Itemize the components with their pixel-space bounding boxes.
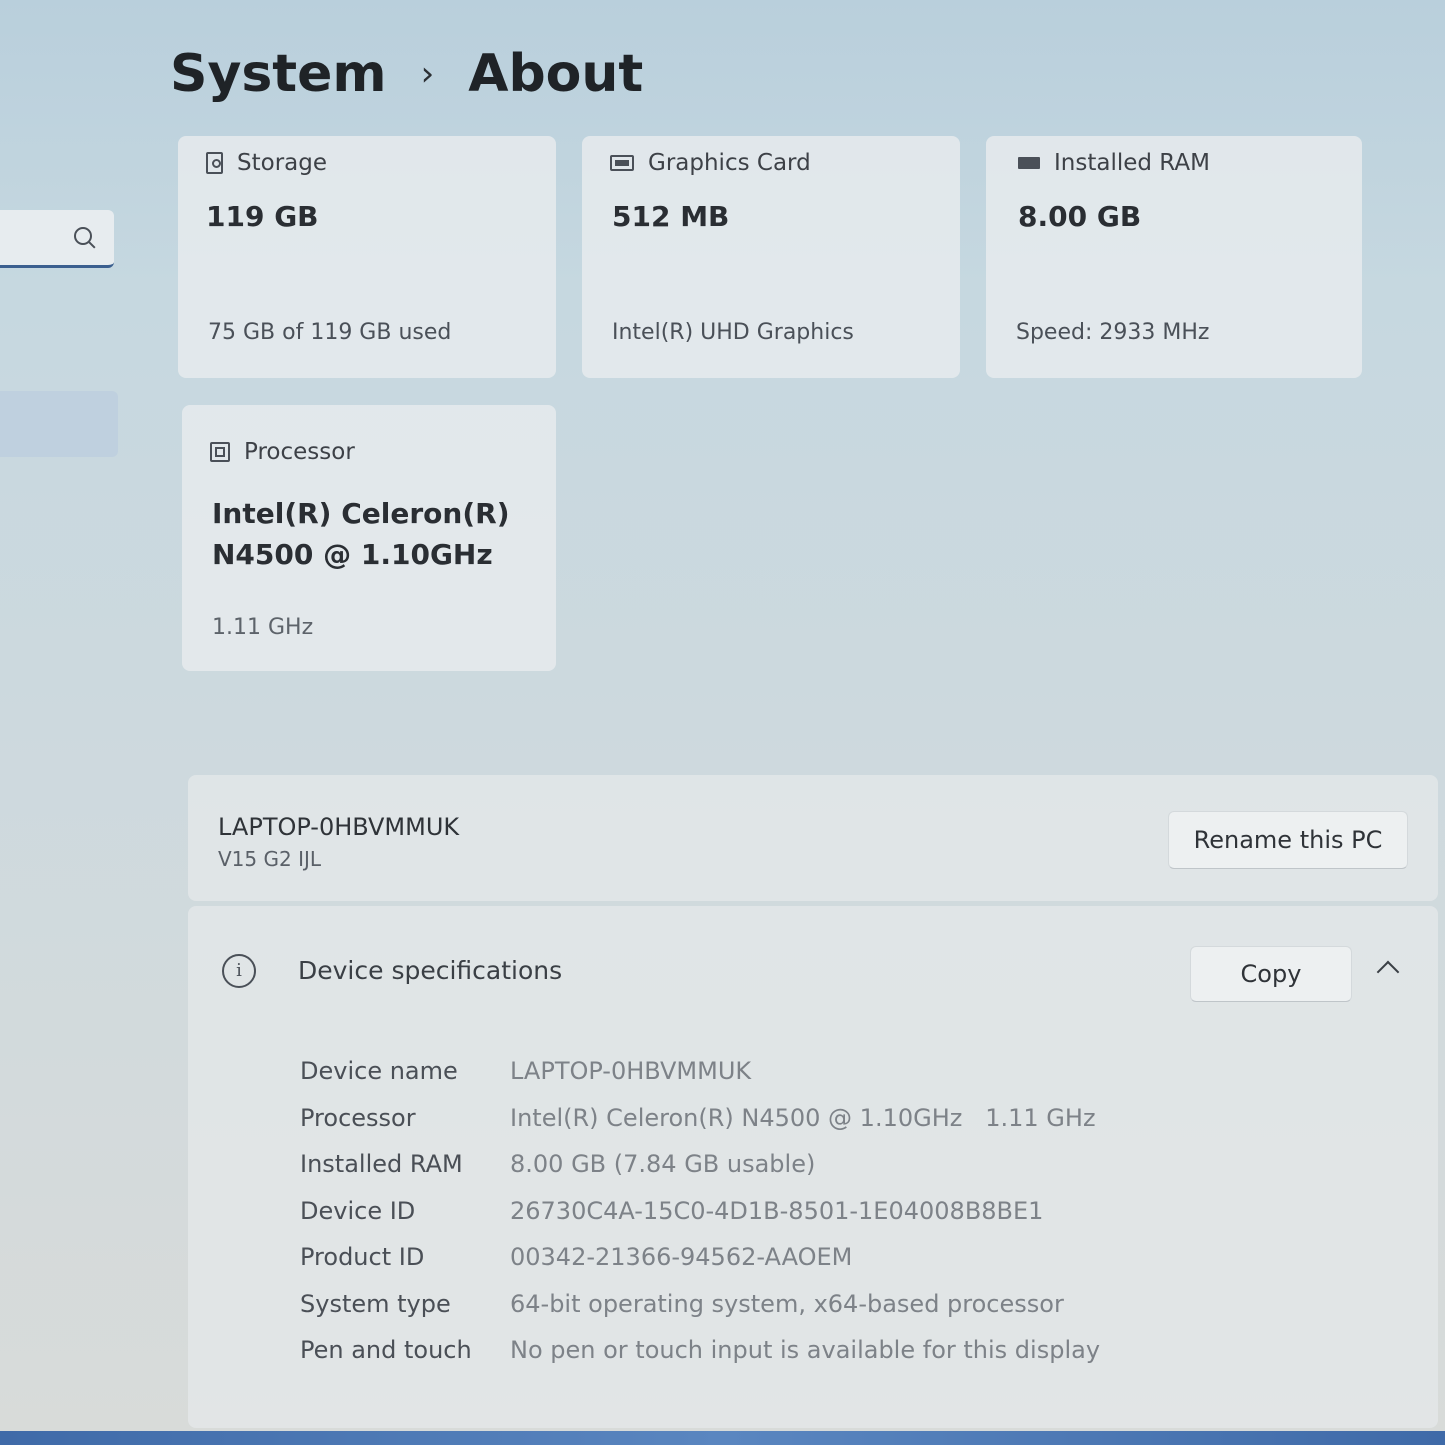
pc-name-panel: LAPTOP-0HBVMMUK V15 G2 IJL Rename this P…	[188, 775, 1438, 901]
processor-card-header: Processor	[210, 439, 355, 465]
spec-value: Intel(R) Celeron(R) N4500 @ 1.10GHz 1.11…	[510, 1103, 1096, 1132]
spec-row-system-type: System type 64-bit operating system, x64…	[300, 1281, 1100, 1328]
processor-card-title: Processor	[244, 439, 355, 465]
processor-card-value-line1: Intel(R) Celeron(R)	[212, 497, 510, 530]
chevron-up-icon[interactable]	[1376, 960, 1400, 984]
storage-card-value: 119 GB	[206, 200, 319, 233]
spec-label: Device ID	[300, 1196, 416, 1225]
processor-card-value-line2: N4500 @ 1.10GHz	[212, 538, 493, 571]
spec-value: No pen or touch input is available for t…	[510, 1336, 1101, 1365]
graphics-card-title: Graphics Card	[648, 150, 811, 176]
graphics-card-header: Graphics Card	[610, 150, 811, 176]
spec-value: 00342-21366-94562-AAOEM	[510, 1243, 853, 1272]
spec-row-device-name: Device name LAPTOP-0HBVMMUK	[300, 1048, 1100, 1095]
storage-icon	[206, 152, 223, 174]
graphics-card-icon	[610, 155, 634, 171]
pc-model: V15 G2 IJL	[218, 847, 322, 871]
spec-label: System type	[300, 1289, 451, 1318]
spec-value: 8.00 GB (7.84 GB usable)	[510, 1150, 816, 1179]
breadcrumb-separator-icon: ›	[420, 54, 435, 94]
ram-icon	[1018, 157, 1040, 169]
graphics-card-value: 512 MB	[612, 200, 730, 233]
spec-value: LAPTOP-0HBVMMUK	[510, 1057, 752, 1086]
device-specifications-panel: i Device specifications Copy Device name…	[188, 906, 1438, 1428]
ram-card-title: Installed RAM	[1054, 150, 1210, 176]
sidebar-item-selected[interactable]	[0, 391, 118, 457]
ram-card-value: 8.00 GB	[1018, 200, 1142, 233]
graphics-card: Graphics Card 512 MB Intel(R) UHD Graphi…	[582, 136, 960, 378]
search-input[interactable]	[0, 210, 114, 268]
processor-card: Processor Intel(R) Celeron(R) N4500 @ 1.…	[182, 405, 556, 671]
pc-name: LAPTOP-0HBVMMUK	[218, 813, 460, 841]
spec-value: 26730C4A-15C0-4D1B-8501-1E04008B8BE1	[510, 1196, 1044, 1225]
spec-row-processor: Processor Intel(R) Celeron(R) N4500 @ 1.…	[300, 1095, 1100, 1142]
storage-card-detail: 75 GB of 119 GB used	[208, 320, 452, 345]
device-specifications-list: Device name LAPTOP-0HBVMMUK Processor In…	[300, 1048, 1100, 1374]
spec-label: Installed RAM	[300, 1150, 463, 1179]
taskbar-edge	[0, 1431, 1445, 1445]
copy-button[interactable]: Copy	[1190, 946, 1352, 1002]
spec-label: Pen and touch	[300, 1336, 472, 1365]
search-icon[interactable]	[74, 227, 92, 245]
storage-card: Storage 119 GB 75 GB of 119 GB used	[178, 136, 556, 378]
ram-card-detail: Speed: 2933 MHz	[1016, 320, 1210, 345]
device-specifications-title: Device specifications	[298, 956, 563, 985]
spec-row-pen-and-touch: Pen and touch No pen or touch input is a…	[300, 1327, 1100, 1374]
spec-label: Device name	[300, 1057, 458, 1086]
info-icon: i	[222, 954, 256, 988]
breadcrumb: System › About	[170, 44, 643, 104]
processor-card-value: Intel(R) Celeron(R) N4500 @ 1.10GHz	[212, 493, 510, 575]
spec-row-installed-ram: Installed RAM 8.00 GB (7.84 GB usable)	[300, 1141, 1100, 1188]
processor-icon	[210, 442, 230, 462]
storage-card-header: Storage	[206, 150, 327, 176]
ram-card: Installed RAM 8.00 GB Speed: 2933 MHz	[986, 136, 1362, 378]
spec-row-product-id: Product ID 00342-21366-94562-AAOEM	[300, 1234, 1100, 1281]
breadcrumb-system[interactable]: System	[170, 44, 387, 104]
processor-card-detail: 1.11 GHz	[212, 615, 314, 640]
page-title: About	[468, 44, 644, 104]
ram-card-header: Installed RAM	[1018, 150, 1210, 176]
spec-value: 64-bit operating system, x64-based proce…	[510, 1289, 1064, 1318]
rename-pc-button[interactable]: Rename this PC	[1168, 811, 1408, 869]
spec-label: Product ID	[300, 1243, 425, 1272]
storage-card-title: Storage	[237, 150, 327, 176]
graphics-card-detail: Intel(R) UHD Graphics	[612, 320, 854, 345]
spec-row-device-id: Device ID 26730C4A-15C0-4D1B-8501-1E0400…	[300, 1188, 1100, 1235]
spec-label: Processor	[300, 1103, 416, 1132]
